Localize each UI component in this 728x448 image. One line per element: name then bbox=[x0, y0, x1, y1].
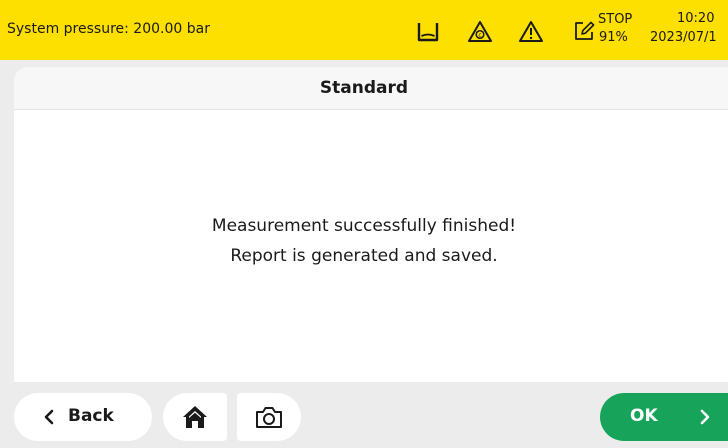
warning-icon[interactable] bbox=[514, 14, 548, 48]
clock-time: 10:20 bbox=[677, 11, 715, 26]
svg-text:c: c bbox=[478, 32, 481, 39]
message-line-2: Report is generated and saved. bbox=[230, 246, 498, 266]
stop-indicator[interactable]: STOP 91% bbox=[571, 12, 641, 48]
content-card: Standard Measurement successfully finish… bbox=[14, 67, 728, 382]
ok-button[interactable]: OK bbox=[600, 393, 728, 441]
system-pressure-text: System pressure: 200.00 bar bbox=[7, 21, 210, 37]
home-icon bbox=[183, 406, 207, 428]
camera-icon bbox=[256, 407, 282, 428]
status-message: Measurement successfully finished! Repor… bbox=[14, 211, 721, 271]
page-title: Standard bbox=[319, 78, 409, 98]
c-warning-icon[interactable]: c bbox=[463, 14, 497, 48]
status-bar: System pressure: 200.00 bar c STOP 91% 1… bbox=[0, 0, 728, 60]
ok-button-label: OK bbox=[630, 406, 658, 426]
card-header: Standard bbox=[14, 67, 728, 110]
chevron-left-icon bbox=[44, 409, 54, 425]
back-button-label: Back bbox=[68, 406, 114, 426]
screenshot-button[interactable] bbox=[237, 393, 301, 441]
back-button[interactable]: Back bbox=[14, 393, 152, 441]
edit-icon bbox=[571, 18, 597, 44]
stop-percent: 91% bbox=[599, 30, 628, 45]
home-button[interactable] bbox=[163, 393, 227, 441]
clock-date: 2023/07/1 bbox=[650, 30, 717, 45]
message-line-1: Measurement successfully finished! bbox=[211, 216, 517, 236]
tray-icon[interactable] bbox=[411, 14, 445, 48]
stop-label: STOP bbox=[598, 12, 633, 27]
chevron-right-icon bbox=[700, 409, 710, 425]
